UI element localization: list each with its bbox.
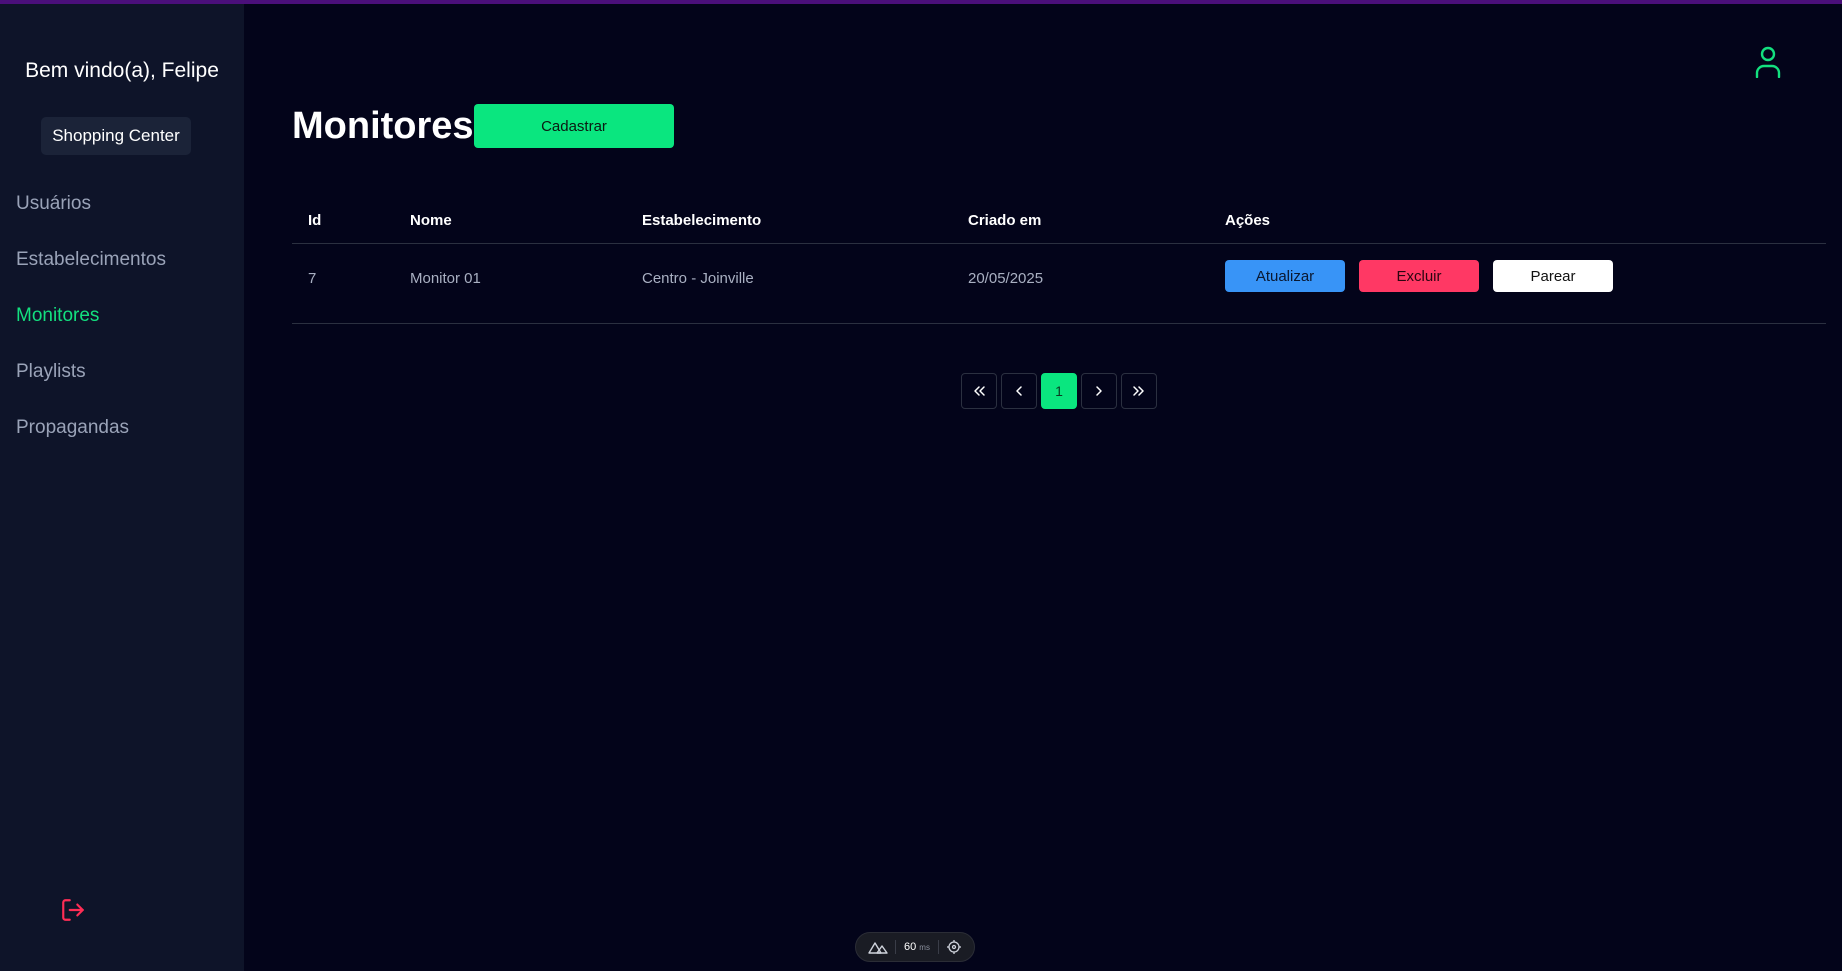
sidebar: Bem vindo(a), Felipe Shopping Center Usu… [0,4,244,971]
render-time: 60 ms [903,941,930,953]
monitors-table: Id Nome Estabelecimento Criado em Ações … [292,200,1826,324]
cell-criado-em: 20/05/2025 [968,270,1044,287]
sidebar-item-estabelecimentos[interactable]: Estabelecimentos [16,244,166,300]
user-profile-icon[interactable] [1754,46,1782,79]
col-header-nome: Nome [410,212,452,229]
col-header-estabelecimento: Estabelecimento [642,212,762,229]
devtools-bar[interactable]: 60 ms [855,932,975,962]
cell-nome: Monitor 01 [410,270,481,287]
cell-id: 7 [308,270,317,287]
create-monitor-button[interactable]: Cadastrar [474,104,674,148]
last-page-button[interactable] [1121,373,1157,409]
sidebar-item-playlists[interactable]: Playlists [16,356,166,412]
top-accent-bar [0,0,1842,4]
divider [895,940,897,954]
col-header-criado-em: Criado em [968,212,1042,229]
col-header-id: Id [308,212,322,229]
chevrons-left-icon [974,386,985,396]
org-badge[interactable]: Shopping Center [41,117,191,155]
first-page-button[interactable] [961,373,997,409]
cell-estabelecimento: Centro - Joinville [642,270,754,287]
sidebar-item-propagandas[interactable]: Propagandas [16,412,166,468]
chevron-right-icon [1096,386,1102,396]
chevrons-right-icon [1133,386,1144,396]
update-button[interactable]: Atualizar [1225,260,1345,292]
sidebar-item-monitores[interactable]: Monitores [16,300,166,356]
table-header: Id Nome Estabelecimento Criado em Ações [292,200,1826,244]
page-title: Monitores [292,105,474,147]
crosshair-icon[interactable] [946,939,962,955]
divider [937,940,939,954]
col-header-acoes: Ações [1225,212,1271,229]
chevron-left-icon [1016,386,1022,396]
table-row: 7 Monitor 01 Centro - Joinville 20/05/20… [292,244,1826,324]
next-page-button[interactable] [1081,373,1117,409]
delete-button[interactable]: Excluir [1359,260,1479,292]
welcome-message: Bem vindo(a), Felipe [25,59,219,82]
nuxt-logo-icon [868,942,888,954]
page-button-current[interactable]: 1 [1041,373,1077,409]
sidebar-item-usuarios[interactable]: Usuários [16,188,166,244]
logout-icon[interactable] [60,897,86,923]
pagination: 1 [961,373,1157,409]
sidebar-nav: Usuários Estabelecimentos Monitores Play… [16,188,166,468]
prev-page-button[interactable] [1001,373,1037,409]
pair-button[interactable]: Parear [1493,260,1613,292]
